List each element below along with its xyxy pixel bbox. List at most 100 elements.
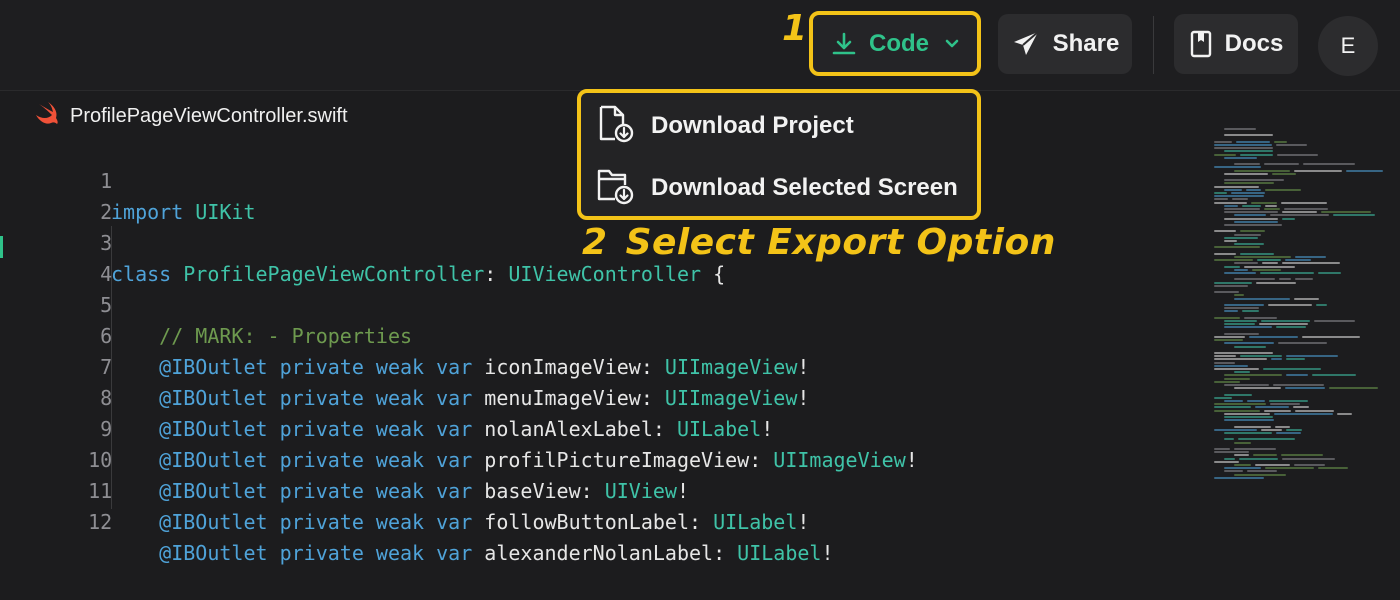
minimap-line: [1285, 358, 1305, 361]
code-line: 1 import UIKit: [0, 135, 255, 224]
minimap-line: [1242, 204, 1262, 207]
code-minimap[interactable]: [1208, 128, 1390, 488]
minimap-line: [1224, 432, 1273, 434]
minimap-line: [1239, 153, 1274, 156]
minimap-line: [1234, 297, 1290, 300]
minimap-line: [1224, 342, 1274, 345]
line-number: 6: [100, 324, 113, 348]
book-icon: [1189, 30, 1213, 58]
minimap-line: [1264, 208, 1281, 210]
minimap-line: [1224, 332, 1259, 335]
minimap-line: [1294, 169, 1342, 172]
minimap-line: [1345, 169, 1384, 172]
minimap-line: [1263, 409, 1292, 412]
share-button-label: Share: [1052, 30, 1120, 57]
minimap-line: [1214, 352, 1273, 354]
minimap-line: [1234, 233, 1262, 236]
minimap-line: [1282, 217, 1295, 220]
folder-download-icon: [595, 165, 635, 212]
minimap-line: [1214, 409, 1260, 412]
minimap-line: [1280, 454, 1323, 457]
minimap-line: [1239, 457, 1279, 460]
minimap-line: [1235, 140, 1271, 143]
minimap-line: [1224, 400, 1243, 402]
minimap-line: [1250, 201, 1278, 204]
minimap-line: [1214, 144, 1272, 146]
minimap-line: [1224, 320, 1258, 322]
minimap-line: [1214, 259, 1254, 262]
minimap-line: [1303, 163, 1355, 166]
minimap-line: [1232, 198, 1248, 201]
minimap-line: [1274, 412, 1334, 415]
line-number: 9: [100, 417, 113, 441]
paper-plane-icon: [1011, 29, 1041, 59]
minimap-line: [1281, 201, 1328, 204]
minimap-line: [1224, 265, 1241, 268]
minimap-line: [1239, 230, 1265, 233]
minimap-line: [1282, 262, 1341, 265]
minimap-line: [1224, 438, 1235, 441]
docs-button[interactable]: Docs: [1174, 14, 1298, 74]
minimap-line: [1234, 294, 1245, 297]
minimap-line: [1214, 451, 1250, 454]
minimap-line: [1261, 320, 1311, 322]
minimap-line: [1214, 406, 1251, 409]
minimap-line: [1246, 470, 1278, 473]
minimap-line: [1224, 211, 1279, 214]
minimap-line: [1214, 198, 1229, 201]
minimap-line: [1234, 387, 1282, 390]
file-download-icon: [595, 103, 635, 150]
minimap-line: [1295, 256, 1326, 258]
minimap-line: [1295, 409, 1335, 412]
minimap-line: [1224, 182, 1274, 185]
minimap-line: [1214, 448, 1230, 450]
minimap-line: [1257, 259, 1282, 262]
line-number: 11: [88, 479, 113, 503]
download-project-item[interactable]: Download Project: [595, 103, 854, 149]
minimap-line: [1254, 406, 1289, 409]
minimap-line: [1314, 320, 1356, 322]
minimap-line: [1214, 281, 1253, 284]
download-selected-screen-item[interactable]: Download Selected Screen: [595, 165, 958, 211]
file-tab[interactable]: ProfilePageViewController.swift: [34, 101, 348, 131]
minimap-line: [1224, 179, 1284, 182]
minimap-line: [1214, 339, 1244, 342]
minimap-line: [1224, 240, 1238, 242]
minimap-line: [1234, 256, 1292, 258]
minimap-line: [1234, 441, 1252, 444]
minimap-line: [1224, 323, 1255, 326]
minimap-line: [1234, 464, 1251, 466]
minimap-line: [1214, 192, 1227, 194]
user-avatar[interactable]: E: [1318, 16, 1378, 76]
minimap-line: [1214, 355, 1236, 358]
minimap-line: [1224, 208, 1261, 210]
minimap-line: [1224, 457, 1236, 460]
minimap-line: [1214, 252, 1236, 255]
minimap-line: [1249, 336, 1298, 338]
minimap-line: [1234, 345, 1267, 348]
step-2-annotation: 2 Select Export Option: [582, 222, 1056, 263]
minimap-line: [1214, 403, 1266, 406]
minimap-line: [1224, 172, 1269, 175]
line-number: 12: [88, 510, 113, 534]
minimap-line: [1264, 188, 1302, 191]
minimap-line: [1260, 272, 1315, 274]
share-button[interactable]: Share: [998, 14, 1132, 74]
code-line: 3 class ProfilePageViewController: UIVie…: [0, 197, 725, 286]
file-name: ProfilePageViewController.swift: [70, 104, 348, 127]
code-line: 12 @IBOutlet private weak var alexanderN…: [0, 476, 833, 565]
minimap-line: [1214, 291, 1240, 294]
minimap-line: [1243, 316, 1277, 319]
minimap-line: [1234, 262, 1258, 265]
minimap-line: [1321, 211, 1371, 214]
minimap-line: [1318, 272, 1341, 274]
line-number: 3: [100, 231, 113, 255]
docs-button-label: Docs: [1224, 30, 1284, 57]
minimap-line: [1285, 428, 1302, 431]
minimap-line: [1274, 140, 1287, 143]
minimap-line: [1224, 272, 1257, 274]
minimap-line: [1252, 268, 1282, 271]
minimap-line: [1239, 252, 1275, 255]
minimap-line: [1224, 304, 1264, 306]
minimap-line: [1224, 217, 1279, 220]
